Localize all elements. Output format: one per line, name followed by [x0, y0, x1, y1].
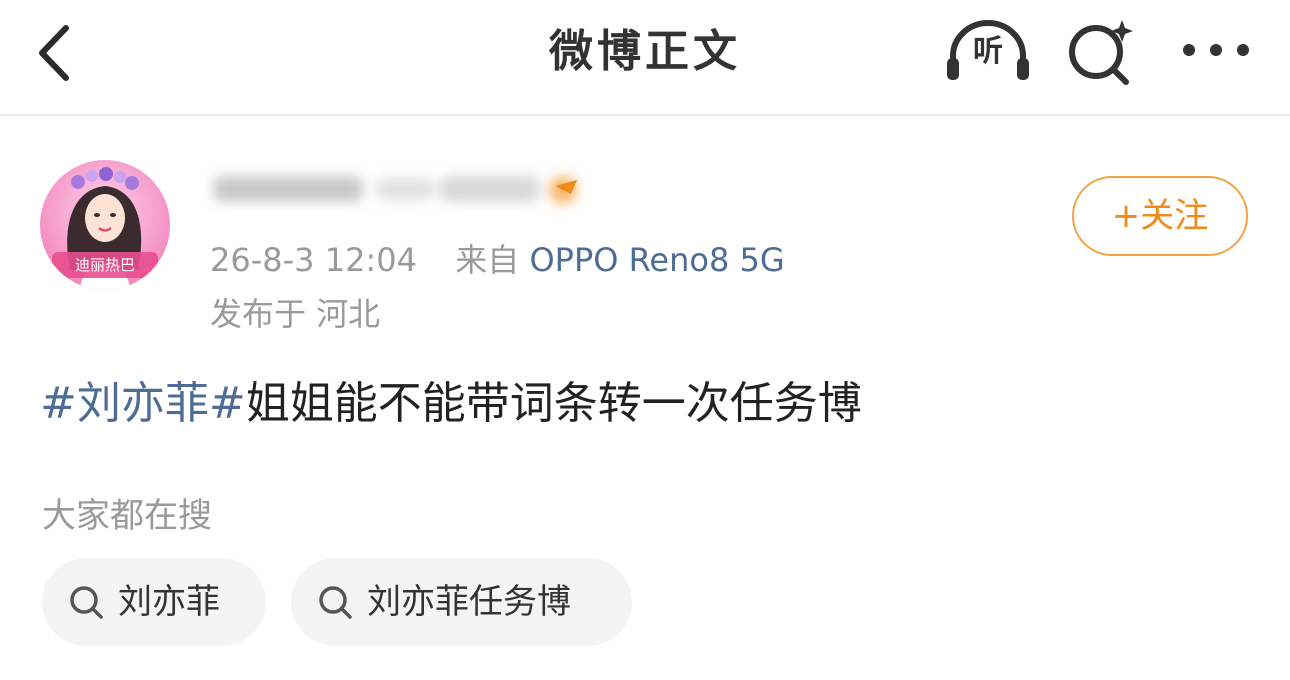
more-options-button[interactable]	[1180, 30, 1252, 70]
search-button[interactable]	[1064, 18, 1136, 86]
svg-text:迪丽热巴: 迪丽热巴	[75, 256, 135, 274]
top-nav-bar: 微博正文 听	[0, 0, 1290, 116]
post-timestamp: 26-8-3 12:04	[210, 241, 417, 279]
search-chip[interactable]: 刘亦菲任务博	[291, 558, 632, 646]
hashtag-link[interactable]: #刘亦菲#	[40, 378, 246, 429]
more-dots-icon	[1183, 44, 1249, 56]
trending-searches-title: 大家都在搜	[42, 496, 212, 536]
post-source-device[interactable]: OPPO Reno8 5G	[529, 241, 784, 279]
post-text: #刘亦菲#姐姐能不能带词条转一次任务博	[40, 372, 862, 436]
author-name[interactable]	[205, 160, 605, 220]
search-icon	[70, 586, 103, 619]
source-prefix: 来自	[455, 241, 520, 279]
follow-button[interactable]: +关注	[1072, 176, 1248, 256]
post-text-body: 姐姐能不能带词条转一次任务博	[245, 378, 862, 429]
listen-button[interactable]: 听	[943, 18, 1033, 84]
chevron-left-icon	[39, 25, 69, 81]
post-location: 发布于 河北	[210, 295, 381, 333]
back-button[interactable]	[28, 18, 88, 88]
author-avatar[interactable]: 迪丽热巴	[40, 160, 170, 290]
listen-label: 听	[973, 34, 1003, 69]
search-chip-label: 刘亦菲	[118, 582, 220, 622]
search-chip[interactable]: 刘亦菲	[42, 558, 266, 646]
search-sparkle-icon	[1069, 20, 1133, 85]
post-meta: 26-8-3 12:04 来自 OPPO Reno8 5G	[210, 238, 785, 282]
blurred-username	[213, 176, 577, 204]
avatar-image: 迪丽热巴	[40, 160, 170, 290]
search-chip-label: 刘亦菲任务博	[367, 582, 571, 622]
weibo-post-page: 微博正文 听 迪丽热巴 26-8-3 12:04 来自 OPPO Reno8 5…	[0, 0, 1290, 680]
search-icon	[319, 586, 352, 619]
